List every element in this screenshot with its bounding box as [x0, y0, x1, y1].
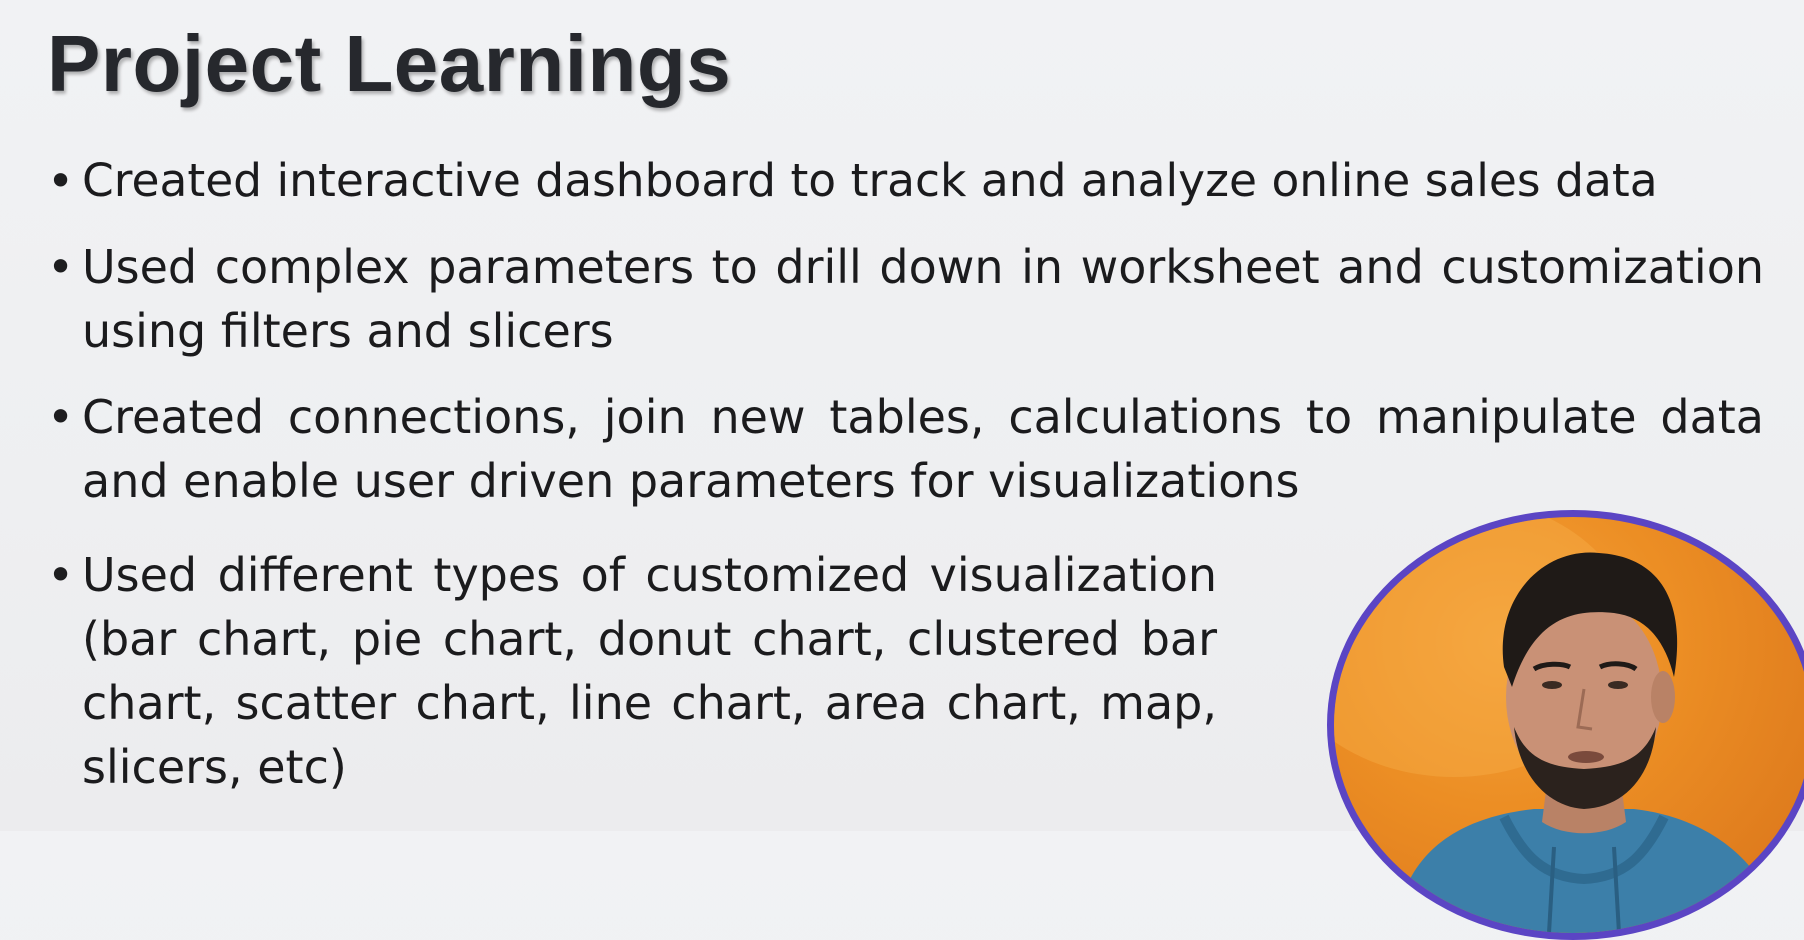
slide-title: Project Learnings	[47, 19, 732, 108]
bullet-item: • Used complex parameters to drill down …	[47, 235, 1764, 363]
bullet-item: • Created connections, join new tables, …	[47, 385, 1764, 513]
presenter-webcam	[1327, 510, 1804, 940]
bullet-text: Created interactive dashboard to track a…	[82, 154, 1658, 207]
bullet-dot-icon: •	[47, 240, 75, 294]
presenter-icon	[1334, 517, 1784, 933]
presentation-slide: Project Learnings • Created interactive …	[0, 0, 1804, 940]
bullet-item: • Used different types of customized vis…	[47, 543, 1217, 799]
bullet-dot-icon: •	[47, 548, 75, 602]
bullet-text: Created connections, join new tables, ca…	[82, 390, 1764, 508]
bullet-text: Used complex parameters to drill down in…	[82, 240, 1764, 358]
bullet-dot-icon: •	[47, 390, 75, 444]
bullet-dot-icon: •	[47, 154, 75, 208]
bullet-text: Used different types of customized visua…	[82, 548, 1217, 794]
bullet-item: • Created interactive dashboard to track…	[47, 149, 1802, 213]
